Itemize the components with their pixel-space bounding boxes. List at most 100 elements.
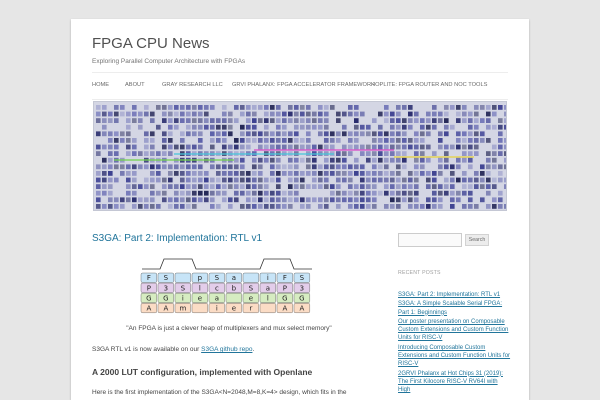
github-repo-link[interactable]: S3GA github repo xyxy=(201,346,252,353)
banner-cell xyxy=(318,184,323,189)
banner-cell xyxy=(186,164,191,170)
banner-cell xyxy=(330,138,335,143)
banner-cell xyxy=(126,118,131,123)
banner-cell xyxy=(150,164,155,170)
banner-cell xyxy=(300,124,305,130)
banner-cell xyxy=(216,204,221,209)
banner-cell xyxy=(348,144,353,150)
recent-post-link[interactable]: S3GA: A Simple Scalable Serial FPGA: Par… xyxy=(398,301,502,315)
banner-cell xyxy=(348,164,353,170)
nav-item-grvi-phalanx[interactable]: GRVI PHALANX: FPGA ACCELERATOR FRAMEWORK xyxy=(232,82,375,88)
banner-cell xyxy=(108,204,113,209)
banner-cell xyxy=(102,124,107,130)
banner-cell xyxy=(252,197,257,203)
list-item: S3GA: Part 2: Implementation: RTL v1 xyxy=(398,291,511,299)
banner-cell xyxy=(276,204,281,209)
banner-cell xyxy=(342,190,347,196)
banner-cell xyxy=(264,204,269,209)
banner-cell xyxy=(264,184,269,189)
banner-cell xyxy=(246,111,251,117)
banner-cell xyxy=(216,124,221,130)
banner-cell xyxy=(426,204,431,209)
nav-item-home[interactable]: HOME xyxy=(92,82,109,88)
banner-cell xyxy=(384,190,389,196)
banner-cell xyxy=(240,138,245,143)
banner-cell xyxy=(252,118,257,123)
banner-cell xyxy=(342,124,347,130)
nav-item-about[interactable]: ABOUT xyxy=(125,82,145,88)
banner-cell xyxy=(486,111,491,117)
banner-cell xyxy=(462,184,467,189)
banner-cell xyxy=(318,105,323,110)
banner-cell xyxy=(114,111,119,117)
banner-cell xyxy=(420,157,425,163)
banner-cell xyxy=(306,164,311,170)
banner-cell xyxy=(168,144,173,150)
banner-cell xyxy=(150,131,155,137)
banner-cell xyxy=(174,190,179,196)
recent-post-link[interactable]: Introducing Composable Custom Extensions… xyxy=(398,345,510,367)
mux-cell-label: P xyxy=(283,284,287,292)
banner-cell xyxy=(102,177,107,183)
search-button[interactable]: Search xyxy=(465,234,489,246)
banner-cell xyxy=(336,184,341,189)
banner-cell xyxy=(366,197,371,203)
banner-cell xyxy=(204,124,209,130)
banner-cell xyxy=(390,131,395,137)
banner-cell xyxy=(216,177,221,183)
banner-cell xyxy=(132,105,137,110)
banner-cell xyxy=(162,164,167,170)
banner-cell xyxy=(150,111,155,117)
banner-cell xyxy=(204,190,209,196)
banner-cell xyxy=(492,151,497,156)
banner-cell xyxy=(240,111,245,117)
banner-cell xyxy=(474,105,479,110)
banner-cell xyxy=(150,144,155,150)
recent-post-link[interactable]: Our poster presentation on Composable Cu… xyxy=(398,319,508,341)
recent-post-link[interactable]: S3GA: Part 2: Implementation: RTL v1 xyxy=(398,292,500,298)
banner-cell xyxy=(390,197,395,203)
recent-post-link[interactable]: 2GRVI Phalanx at Hot Chips 31 (2019): Th… xyxy=(398,371,503,393)
banner-cell xyxy=(102,190,107,196)
banner-cell xyxy=(258,105,263,110)
para-suffix: . xyxy=(252,346,255,353)
banner-cell xyxy=(258,197,263,203)
banner-cell xyxy=(396,105,401,110)
banner-cell xyxy=(312,124,317,130)
search-input[interactable] xyxy=(398,233,462,247)
banner-cell xyxy=(324,138,329,143)
banner-cell xyxy=(360,164,365,170)
banner-cell xyxy=(486,177,491,183)
banner-cell xyxy=(294,197,299,203)
banner-cell xyxy=(372,171,377,176)
banner-cell xyxy=(348,138,353,143)
banner-cell xyxy=(420,151,425,156)
banner-cell xyxy=(468,138,473,143)
banner-cell xyxy=(210,184,215,189)
banner-cell xyxy=(492,105,497,110)
banner-cell xyxy=(504,144,506,150)
banner-cell xyxy=(174,197,179,203)
banner-cell xyxy=(258,138,263,143)
banner-cell xyxy=(216,184,221,189)
banner-cell xyxy=(420,164,425,170)
banner-cell xyxy=(282,118,287,123)
banner-cell xyxy=(354,144,359,150)
banner-cell xyxy=(270,164,275,170)
nav-item-gray-research[interactable]: GRAY RESEARCH LLC xyxy=(162,82,223,88)
nav-item-hoplite[interactable]: HOPLITE: FPGA ROUTER AND NOC TOOLS xyxy=(371,82,487,88)
banner-cell xyxy=(414,184,419,189)
banner-cell xyxy=(468,164,473,170)
site-title[interactable]: FPGA CPU News xyxy=(92,35,210,52)
post-title[interactable]: S3GA: Part 2: Implementation: RTL v1 xyxy=(92,233,262,244)
banner-cell xyxy=(366,184,371,189)
banner-cell xyxy=(300,157,305,163)
banner-cell xyxy=(366,190,371,196)
banner-cell xyxy=(198,138,203,143)
banner-cell xyxy=(342,157,347,163)
banner-cell xyxy=(486,151,491,156)
banner-cell xyxy=(318,131,323,137)
banner-cell xyxy=(456,138,461,143)
banner-cell xyxy=(480,197,485,203)
banner-cell xyxy=(378,124,383,130)
